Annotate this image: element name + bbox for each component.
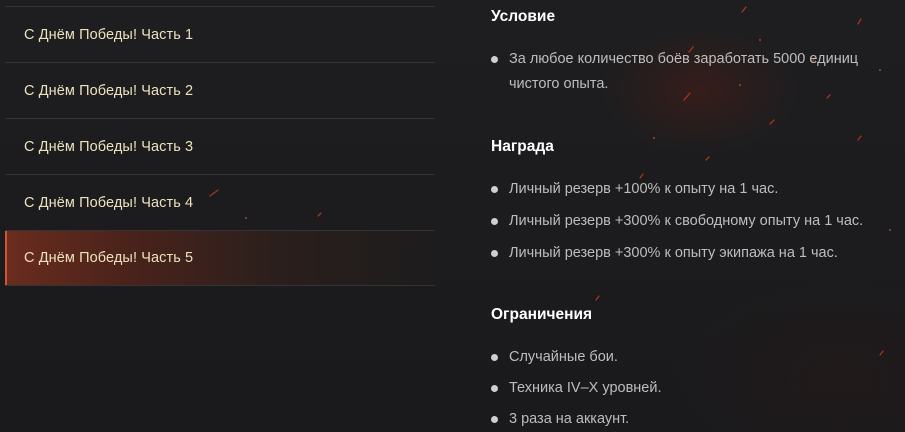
- sidebar-item-label: С Днём Победы! Часть 5: [24, 250, 194, 266]
- list-item: Техника IV–X уровней.: [491, 376, 661, 401]
- sidebar-nav: С Днём Победы! Часть 1 С Днём Победы! Ча…: [5, 6, 435, 286]
- reward-heading: Награда: [491, 138, 554, 155]
- sidebar-item-label: С Днём Победы! Часть 4: [24, 194, 194, 211]
- list-item: 3 раза на аккаунт.: [491, 407, 661, 432]
- list-item: Личный резерв +100% к опыту на 1 час.: [491, 177, 863, 202]
- restrictions-heading: Ограничения: [491, 306, 593, 323]
- sidebar-item-part-3[interactable]: С Днём Победы! Часть 3: [5, 118, 435, 174]
- list-item: Личный резерв +300% к свободному опыту н…: [491, 209, 863, 234]
- condition-heading: Условие: [491, 8, 556, 25]
- restrictions-list: Случайные бои. Техника IV–X уровней. 3 р…: [491, 345, 661, 432]
- list-item: Личный резерв +300% к опыту экипажа на 1…: [491, 241, 863, 266]
- sidebar-item-label: С Днём Победы! Часть 3: [24, 138, 194, 155]
- sidebar-item-part-5-active[interactable]: С Днём Победы! Часть 5: [5, 230, 435, 286]
- sidebar-item-part-4[interactable]: С Днём Победы! Часть 4: [5, 174, 435, 230]
- reward-list: Личный резерв +100% к опыту на 1 час. Ли…: [491, 177, 863, 266]
- list-item: Случайные бои.: [491, 345, 661, 370]
- sidebar-item-part-2[interactable]: С Днём Победы! Часть 2: [5, 62, 435, 118]
- sidebar-item-part-1[interactable]: С Днём Победы! Часть 1: [5, 6, 435, 62]
- sidebar-item-label: С Днём Победы! Часть 2: [24, 82, 194, 99]
- condition-list: За любое количество боёв заработать 5000…: [491, 47, 905, 97]
- list-item: За любое количество боёв заработать 5000…: [491, 47, 905, 97]
- sidebar-item-label: С Днём Победы! Часть 1: [24, 26, 194, 43]
